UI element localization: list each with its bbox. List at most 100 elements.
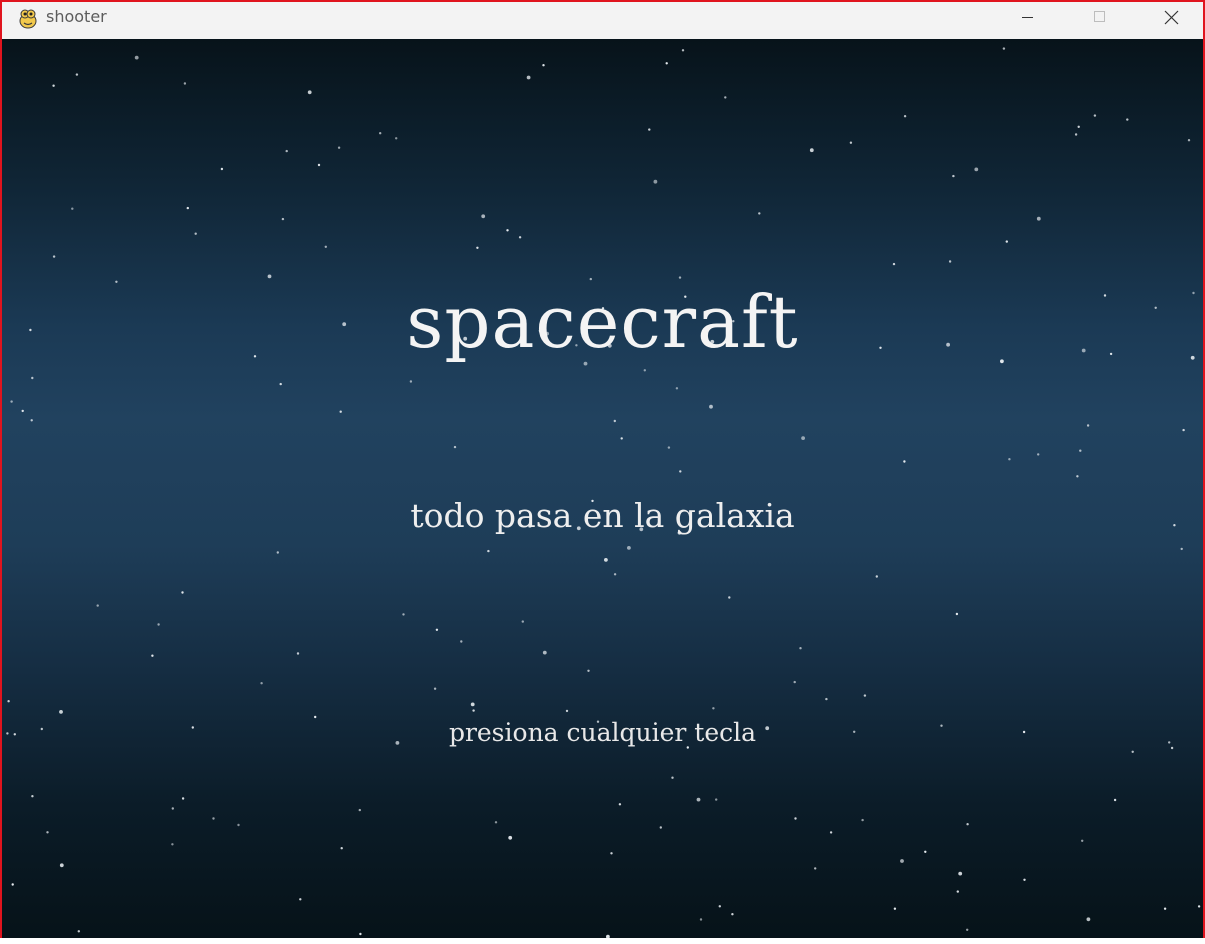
star — [893, 907, 897, 910]
window-title: shooter — [46, 7, 107, 26]
minimize-button[interactable] — [992, 2, 1062, 32]
star — [974, 167, 979, 172]
title-bar[interactable]: shooter — [2, 2, 1203, 39]
star — [712, 707, 715, 710]
star — [1086, 917, 1091, 922]
star — [1008, 458, 1011, 461]
star — [31, 795, 34, 798]
star — [643, 369, 646, 372]
star — [1180, 547, 1183, 551]
press-any-key-prompt: presiona cualquier tecla — [448, 718, 757, 747]
star — [339, 410, 342, 413]
star — [279, 382, 282, 386]
game-title: spacecraft — [406, 280, 799, 364]
star — [1077, 125, 1080, 128]
star — [667, 446, 671, 449]
star — [521, 620, 524, 623]
star — [924, 850, 927, 853]
star — [181, 591, 184, 594]
starfield — [6, 47, 1201, 939]
game-window: shooter spacecraft todo pasa en la galax… — [0, 0, 1205, 944]
star — [96, 604, 99, 607]
star — [1131, 750, 1134, 753]
star — [618, 803, 622, 806]
star — [59, 863, 64, 868]
star — [470, 702, 475, 707]
star — [508, 835, 513, 840]
star — [956, 890, 959, 893]
star — [849, 141, 853, 144]
star — [340, 847, 343, 850]
star — [671, 776, 674, 779]
game-subtitle: todo pasa en la galaxia — [410, 496, 795, 535]
star — [409, 380, 413, 383]
star — [281, 217, 285, 221]
star — [648, 128, 651, 131]
star — [1182, 428, 1185, 432]
star — [402, 613, 405, 616]
star — [476, 246, 479, 249]
star — [1023, 878, 1026, 881]
star — [875, 575, 878, 578]
star — [75, 73, 79, 76]
star — [542, 650, 547, 655]
star — [903, 460, 906, 463]
star — [237, 823, 240, 827]
star — [1079, 449, 1082, 452]
star — [260, 682, 263, 685]
game-canvas[interactable]: spacecraft todo pasa en la galaxia presi… — [2, 39, 1203, 942]
star — [30, 419, 33, 422]
star — [183, 82, 187, 85]
star — [71, 207, 74, 210]
star — [21, 409, 24, 413]
star — [825, 697, 828, 701]
star — [31, 376, 34, 380]
star — [958, 871, 963, 876]
star — [1076, 475, 1079, 478]
maximize-button[interactable] — [1062, 2, 1132, 32]
star — [952, 174, 955, 178]
star — [171, 807, 174, 810]
star — [966, 823, 969, 826]
star — [324, 245, 327, 248]
star — [359, 932, 362, 936]
star — [317, 163, 321, 167]
star — [948, 260, 952, 263]
star — [829, 831, 833, 834]
close-icon — [1164, 10, 1179, 25]
star — [715, 798, 718, 801]
star — [801, 436, 805, 440]
star — [863, 694, 867, 697]
star — [1081, 839, 1084, 842]
star — [285, 149, 288, 153]
star — [151, 654, 154, 657]
star — [299, 898, 302, 901]
star — [472, 709, 475, 712]
star — [659, 826, 662, 829]
star — [809, 148, 814, 153]
star — [861, 818, 864, 822]
star — [900, 859, 904, 863]
star — [52, 84, 55, 87]
minimize-icon — [1022, 17, 1033, 18]
star — [358, 808, 361, 812]
star — [758, 212, 761, 215]
star — [181, 797, 185, 800]
star — [681, 49, 685, 52]
star — [526, 75, 531, 80]
close-button[interactable] — [1132, 2, 1202, 32]
star — [1036, 216, 1041, 221]
star — [1005, 240, 1008, 243]
star — [892, 262, 896, 266]
star — [696, 797, 701, 802]
star — [453, 445, 457, 449]
star — [1113, 798, 1117, 802]
star — [7, 700, 10, 703]
star — [494, 821, 498, 824]
star — [59, 710, 63, 714]
star — [718, 905, 721, 908]
star — [709, 404, 713, 409]
star — [604, 558, 608, 562]
star — [794, 817, 797, 820]
star — [276, 551, 279, 554]
